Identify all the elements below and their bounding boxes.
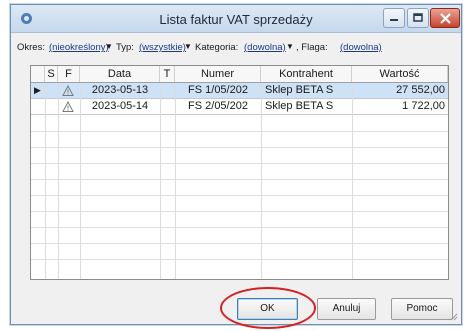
close-icon bbox=[439, 12, 451, 24]
typ-caret-icon[interactable]: ▼ bbox=[184, 42, 192, 51]
column-header-t[interactable]: T bbox=[160, 66, 175, 82]
screenshot: Lista faktur VAT sprzedaży Okres: (nieok… bbox=[0, 0, 474, 331]
grid-line bbox=[31, 243, 448, 244]
okres-caret-icon[interactable]: ▼ bbox=[105, 42, 113, 51]
grid-line bbox=[261, 83, 262, 279]
column-header-data[interactable]: Data bbox=[80, 66, 160, 82]
grid-line bbox=[31, 195, 448, 196]
row-number: FS 1/05/202 bbox=[188, 84, 248, 96]
row-number: FS 2/05/202 bbox=[188, 100, 248, 112]
warning-icon bbox=[59, 99, 79, 114]
okres-dropdown[interactable]: (nieokreślony) bbox=[49, 42, 109, 53]
grid-line bbox=[80, 83, 81, 279]
row-value: 1 722,00 bbox=[402, 100, 445, 112]
typ-dropdown[interactable]: (wszystkie) bbox=[139, 42, 186, 53]
row-date: 2023-05-14 bbox=[91, 100, 149, 112]
row-indicator-icon bbox=[34, 99, 44, 114]
table-row[interactable]: 2023-05-14 FS 2/05/202 Sklep BETA S 1 72… bbox=[31, 99, 448, 115]
warning-icon bbox=[59, 83, 79, 98]
invoice-table[interactable]: S F Data T Numer Kontrahent Wartość ▶ 20… bbox=[30, 65, 449, 280]
grid-line bbox=[31, 211, 448, 212]
grid-line bbox=[160, 83, 161, 279]
column-header-kontrahent[interactable]: Kontrahent bbox=[261, 66, 352, 82]
grid-line bbox=[45, 83, 46, 279]
column-header-numer[interactable]: Numer bbox=[175, 66, 261, 82]
minimize-icon bbox=[390, 19, 398, 21]
highlight-circle-annotation bbox=[220, 287, 316, 329]
table-header: S F Data T Numer Kontrahent Wartość bbox=[31, 66, 448, 83]
column-header-s[interactable]: S bbox=[45, 66, 58, 82]
table-row[interactable]: ▶ 2023-05-13 FS 1/05/202 Sklep BETA S 27… bbox=[31, 83, 448, 99]
dialog-window: Lista faktur VAT sprzedaży Okres: (nieok… bbox=[10, 4, 462, 329]
column-header-wartosc[interactable]: Wartość bbox=[352, 66, 448, 82]
grid-line bbox=[31, 131, 448, 132]
grid-line bbox=[31, 227, 448, 228]
maximize-icon bbox=[413, 13, 423, 22]
okres-label: Okres: bbox=[17, 42, 45, 53]
row-contractor: Sklep BETA S bbox=[265, 84, 334, 96]
row-indicator-icon: ▶ bbox=[34, 85, 41, 95]
row-date: 2023-05-13 bbox=[91, 84, 149, 96]
grid-line bbox=[31, 179, 448, 180]
minimize-button[interactable] bbox=[383, 8, 405, 28]
filter-bar: Okres: (nieokreślony) ▼ Typ: (wszystkie)… bbox=[17, 42, 457, 56]
indicator-column-header bbox=[31, 66, 45, 82]
resize-grip-icon[interactable] bbox=[448, 311, 458, 321]
kategoria-dropdown[interactable]: (dowolna) bbox=[244, 42, 286, 53]
close-button[interactable] bbox=[430, 8, 460, 28]
maximize-button[interactable] bbox=[407, 8, 429, 28]
help-button[interactable]: Pomoc bbox=[391, 298, 453, 320]
title-bar[interactable]: Lista faktur VAT sprzedaży bbox=[11, 5, 461, 33]
flaga-label: , Flaga: bbox=[296, 42, 328, 53]
grid-line bbox=[352, 83, 353, 279]
flaga-dropdown[interactable]: (dowolna) bbox=[340, 42, 382, 53]
grid-line bbox=[175, 83, 176, 279]
grid-line bbox=[31, 259, 448, 260]
kategoria-label: Kategoria: bbox=[195, 42, 239, 53]
grid-line bbox=[58, 83, 59, 279]
kategoria-caret-icon[interactable]: ▼ bbox=[286, 42, 294, 51]
cancel-button[interactable]: Anuluj bbox=[317, 298, 376, 320]
row-contractor: Sklep BETA S bbox=[265, 100, 334, 112]
column-header-f[interactable]: F bbox=[58, 66, 80, 82]
typ-label: Typ: bbox=[116, 42, 134, 53]
grid-line bbox=[31, 147, 448, 148]
row-value: 27 552,00 bbox=[396, 84, 445, 96]
grid-line bbox=[31, 163, 448, 164]
